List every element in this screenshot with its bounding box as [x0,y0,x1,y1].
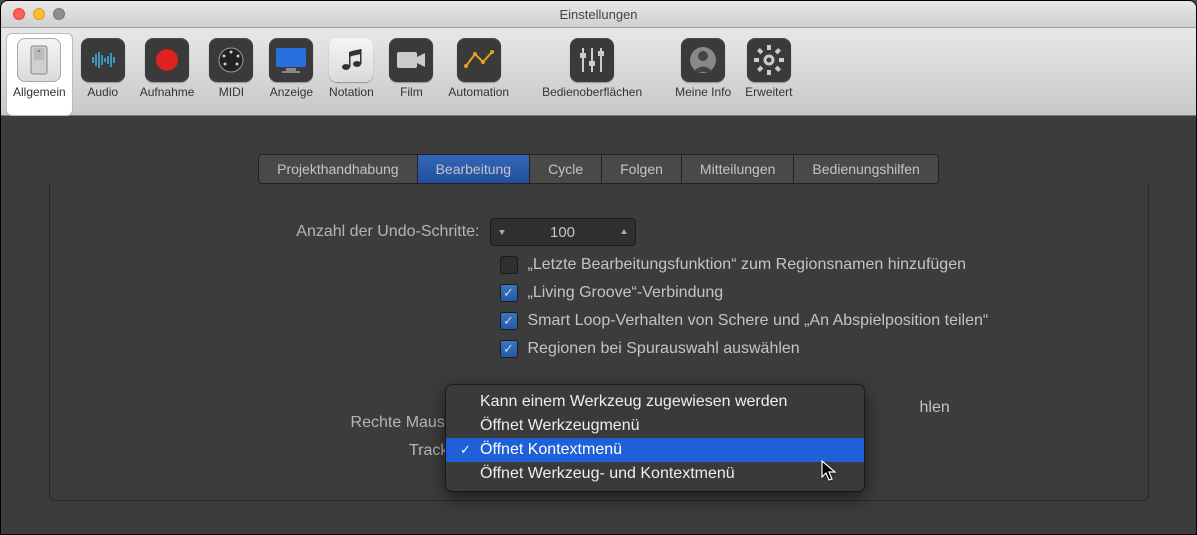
check-smart-loop[interactable]: ✓ Smart Loop-Verhalten von Schere und „A… [500,312,1108,330]
tab-audio[interactable]: Audio [74,34,132,115]
tab-erweitert[interactable]: Erweitert [739,34,798,115]
tab-midi[interactable]: MIDI [202,34,260,115]
user-icon [681,38,725,82]
trackpad-label: Trackpad: [90,442,490,460]
undo-steps-stepper[interactable]: 100 [490,218,636,246]
preferences-window: Einstellungen Allgemein Audio Aufnahme M… [0,0,1197,535]
check-letzte-bearbeitung[interactable]: „Letzte Bearbeitungsfunktion“ zum Region… [500,256,1108,274]
partial-text: hlen [920,399,950,417]
menu-item-kontextmenue[interactable]: ✓Öffnet Kontextmenü [446,438,864,462]
switch-icon [17,38,61,82]
subtab-bedienungshilfen[interactable]: Bedienungshilfen [794,155,937,183]
gear-icon [747,38,791,82]
checkbox-icon[interactable] [500,256,518,274]
subtab-cycle[interactable]: Cycle [530,155,602,183]
tab-aufnahme[interactable]: Aufnahme [134,34,201,115]
stepper-up-icon[interactable] [613,219,635,245]
camera-icon [389,38,433,82]
automation-icon [457,38,501,82]
checkbox-icon[interactable]: ✓ [500,284,518,302]
waveform-icon [81,38,125,82]
tab-film[interactable]: Film [382,34,440,115]
checkbox-icon[interactable]: ✓ [500,340,518,358]
display-icon [269,38,313,82]
stepper-down-icon[interactable] [491,219,513,245]
menu-item-werkzeug-kontextmenue[interactable]: Öffnet Werkzeug- und Kontextmenü [446,462,864,486]
rechte-maustaste-label: Rechte Maustaste [90,414,490,432]
check-regionen[interactable]: ✓ Regionen bei Spurauswahl auswählen [500,340,1108,358]
rechte-maustaste-dropdown[interactable]: Kann einem Werkzeug zugewiesen werden Öf… [446,385,864,491]
menu-item-werkzeug-zuweisen[interactable]: Kann einem Werkzeug zugewiesen werden [446,390,864,414]
subtab-folgen[interactable]: Folgen [602,155,682,183]
tab-bedienoberflaechen[interactable]: Bedienoberflächen [517,34,667,115]
record-icon [145,38,189,82]
tab-notation[interactable]: Notation [322,34,380,115]
tab-automation[interactable]: Automation [442,34,515,115]
tab-anzeige[interactable]: Anzeige [262,34,320,115]
subtab-bearbeitung[interactable]: Bearbeitung [418,155,531,183]
tab-allgemein[interactable]: Allgemein [7,34,72,115]
tab-meine-info[interactable]: Meine Info [669,34,737,115]
check-living-groove[interactable]: ✓ „Living Groove“-Verbindung [500,284,1108,302]
subtab-mitteilungen[interactable]: Mitteilungen [682,155,795,183]
toolbar: Allgemein Audio Aufnahme MIDI Anzeige [1,28,1196,116]
sliders-icon [570,38,614,82]
midi-icon [209,38,253,82]
undo-steps-value[interactable]: 100 [513,224,613,241]
window-title: Einstellungen [1,7,1196,22]
notation-icon [329,38,373,82]
checkbox-icon[interactable]: ✓ [500,312,518,330]
subtab-projekthandhabung[interactable]: Projekthandhabung [259,155,417,183]
undo-steps-label: Anzahl der Undo-Schritte: [90,223,490,241]
menu-item-werkzeugmenue[interactable]: Öffnet Werkzeugmenü [446,414,864,438]
subtab-bar: Projekthandhabung Bearbeitung Cycle Folg… [258,154,939,184]
titlebar: Einstellungen [1,1,1196,28]
